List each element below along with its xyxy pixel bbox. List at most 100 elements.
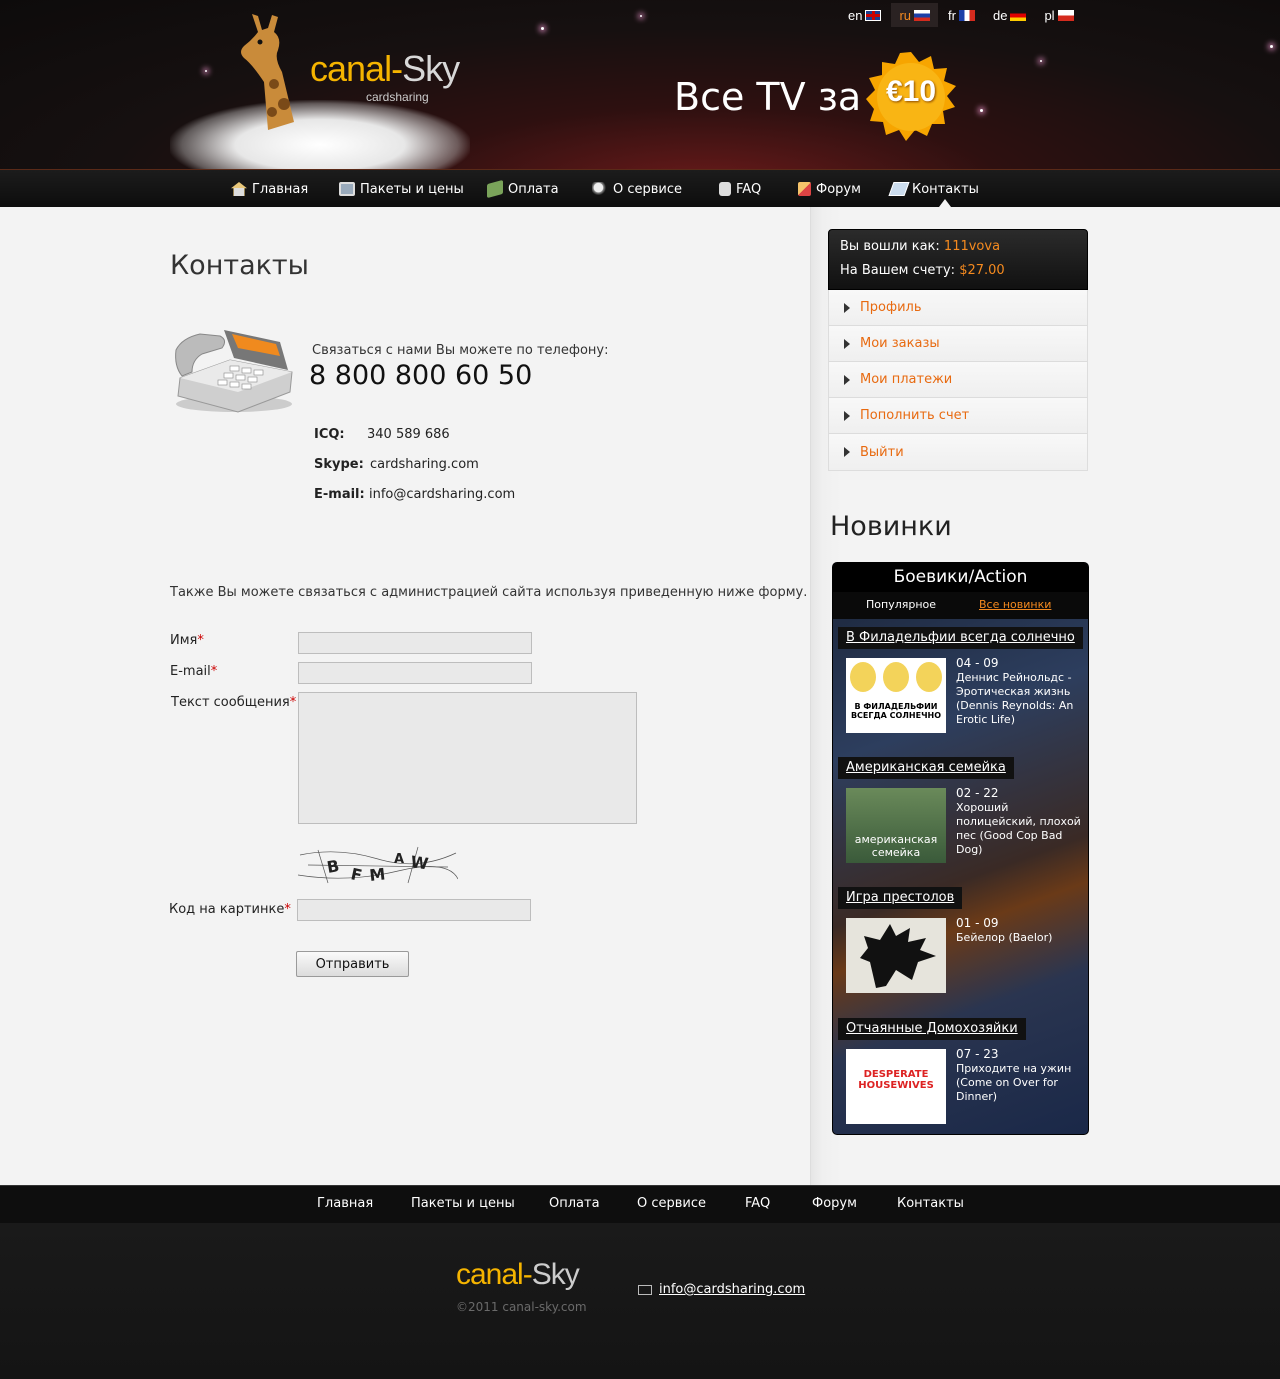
show-episode-desc: Хороший полицейский, плохой пес (Good Co… [956,801,1081,856]
footer-logo[interactable]: canal-Sky [456,1258,580,1292]
show-title[interactable]: Американская семейка [838,757,1014,779]
show-poster[interactable]: В ФИЛАДЕЛЬФИИ ВСЕГДА СОЛНЕЧНО [846,658,946,733]
show-title[interactable]: В Филадельфии всегда солнечно [838,627,1083,649]
show-poster[interactable]: DESPERATE HOUSEWIVES [846,1049,946,1124]
promo-text: Все TV за [674,75,862,119]
lang-fr-label: fr [948,7,956,23]
footer-link-forum[interactable]: Форум [812,1196,857,1211]
nav-contacts[interactable]: Контакты [888,170,979,208]
captcha-input[interactable] [297,899,531,921]
footer-link-payment[interactable]: Оплата [549,1196,600,1211]
show-poster[interactable]: американская семейка [846,788,946,863]
money-icon [487,179,503,199]
footer-link-faq[interactable]: FAQ [745,1196,770,1211]
name-input[interactable] [298,632,532,654]
captcha-label-text: Код на картинке [169,902,285,917]
email-label-text: E-mail [170,664,211,679]
skype-value: cardsharing.com [370,457,479,472]
forum-icon [798,182,811,196]
arrow-right-icon [844,338,850,349]
nav-home[interactable]: Главная [231,170,308,208]
price-badge-text: €10 [885,75,937,108]
news-heading: Новинки [830,511,952,542]
nav-packages[interactable]: Пакеты и цены [339,170,464,208]
required-mark: * [289,695,297,710]
email-value[interactable]: info@cardsharing.com [369,487,515,502]
menu-payments-label: Мои платежи [860,372,953,387]
lang-pl-label: pl [1044,7,1055,23]
site-logo[interactable]: canal-Sky [310,48,460,90]
direwolf-icon [860,924,936,988]
phone-number: 8 800 800 60 50 [309,360,533,391]
phone-intro: Связаться с нами Вы можете по телефону: [312,343,609,358]
lang-en[interactable]: en [840,3,889,27]
nav-forum[interactable]: Форум [798,170,861,208]
home-icon [231,182,247,196]
poster-faces [846,658,946,692]
footer-link-packages[interactable]: Пакеты и цены [411,1196,515,1211]
poster-text: DESPERATE HOUSEWIVES [858,1069,934,1091]
menu-topup[interactable]: Пополнить счет [829,398,1087,434]
required-mark: * [284,902,291,917]
footer-email-text: info@cardsharing.com [659,1282,806,1297]
cloud-image [170,100,470,169]
email-input[interactable] [298,662,532,684]
nav-active-indicator [939,199,951,207]
nav-home-label: Главная [252,181,309,197]
footer-link-contacts[interactable]: Контакты [897,1196,964,1211]
email-label: E-mail: [314,487,365,502]
submit-button[interactable]: Отправить [296,951,409,977]
lang-fr[interactable]: fr [940,3,983,27]
lang-pl[interactable]: pl [1036,3,1081,27]
email-row: E-mail: info@cardsharing.com [314,487,515,502]
svg-text:A: A [394,852,404,867]
nav-faq[interactable]: FAQ [719,170,761,208]
show-episode: 02 - 22 [956,786,999,800]
logged-in-line: Вы вошли как: 111vova [840,239,1000,254]
nav-faq-label: FAQ [736,181,762,197]
nav-payment[interactable]: Оплата [487,170,559,208]
footer-link-about[interactable]: О сервисе [637,1196,706,1211]
contacts-icon [888,182,910,196]
captcha-label: Код на картинке* [169,902,291,917]
show-title[interactable]: Игра престолов [838,887,963,909]
flag-pl-icon [1057,9,1074,21]
icq-value: 340 589 686 [367,427,450,442]
show-episode: 07 - 23 [956,1047,999,1061]
tab-popular[interactable]: Популярное [866,598,936,611]
menu-logout[interactable]: Выйти [829,434,1087,470]
lang-de[interactable]: de [985,3,1034,27]
logged-in-label: Вы вошли как: [840,239,940,254]
show-item: В Филадельфии всегда солнечно В ФИЛАДЕЛЬ… [833,627,1088,747]
flag-uk-icon [865,9,882,21]
footer-link-home[interactable]: Главная [317,1196,373,1211]
show-title[interactable]: Отчаянные Домохозяйки [838,1018,1026,1040]
username: 111vova [943,239,1001,254]
svg-text:W: W [409,852,429,873]
show-item: Игра престолов 01 - 09 Бейелор (Baelor) [833,887,1088,1007]
message-textarea[interactable] [298,692,637,824]
show-episode: 04 - 09 [956,656,999,670]
menu-logout-label: Выйти [860,444,904,460]
name-label: Имя* [170,633,204,648]
footer-email[interactable]: info@cardsharing.com [638,1282,805,1297]
menu-orders-label: Мои заказы [860,336,940,351]
menu-profile[interactable]: Профиль [829,290,1087,326]
lang-en-label: en [848,7,863,23]
arrow-right-icon [844,302,850,313]
menu-payments[interactable]: Мои платежи [829,362,1087,398]
menu-orders[interactable]: Мои заказы [829,326,1087,362]
arrow-right-icon [844,374,850,385]
show-poster[interactable] [846,918,946,993]
show-episode-desc: Бейелор (Baelor) [956,931,1053,944]
nav-about-label: О сервисе [613,181,683,197]
lang-ru-label: ru [899,7,912,23]
name-label-text: Имя [170,633,198,648]
lang-ru[interactable]: ru [891,3,939,27]
email-field-label: E-mail* [170,664,217,679]
tab-all-new[interactable]: Все новинки [979,598,1051,611]
svg-text:M: M [368,864,386,885]
required-mark: * [210,664,218,679]
nav-about[interactable]: О сервисе [592,170,682,208]
message-label-text: Текст сообщения [171,695,290,710]
